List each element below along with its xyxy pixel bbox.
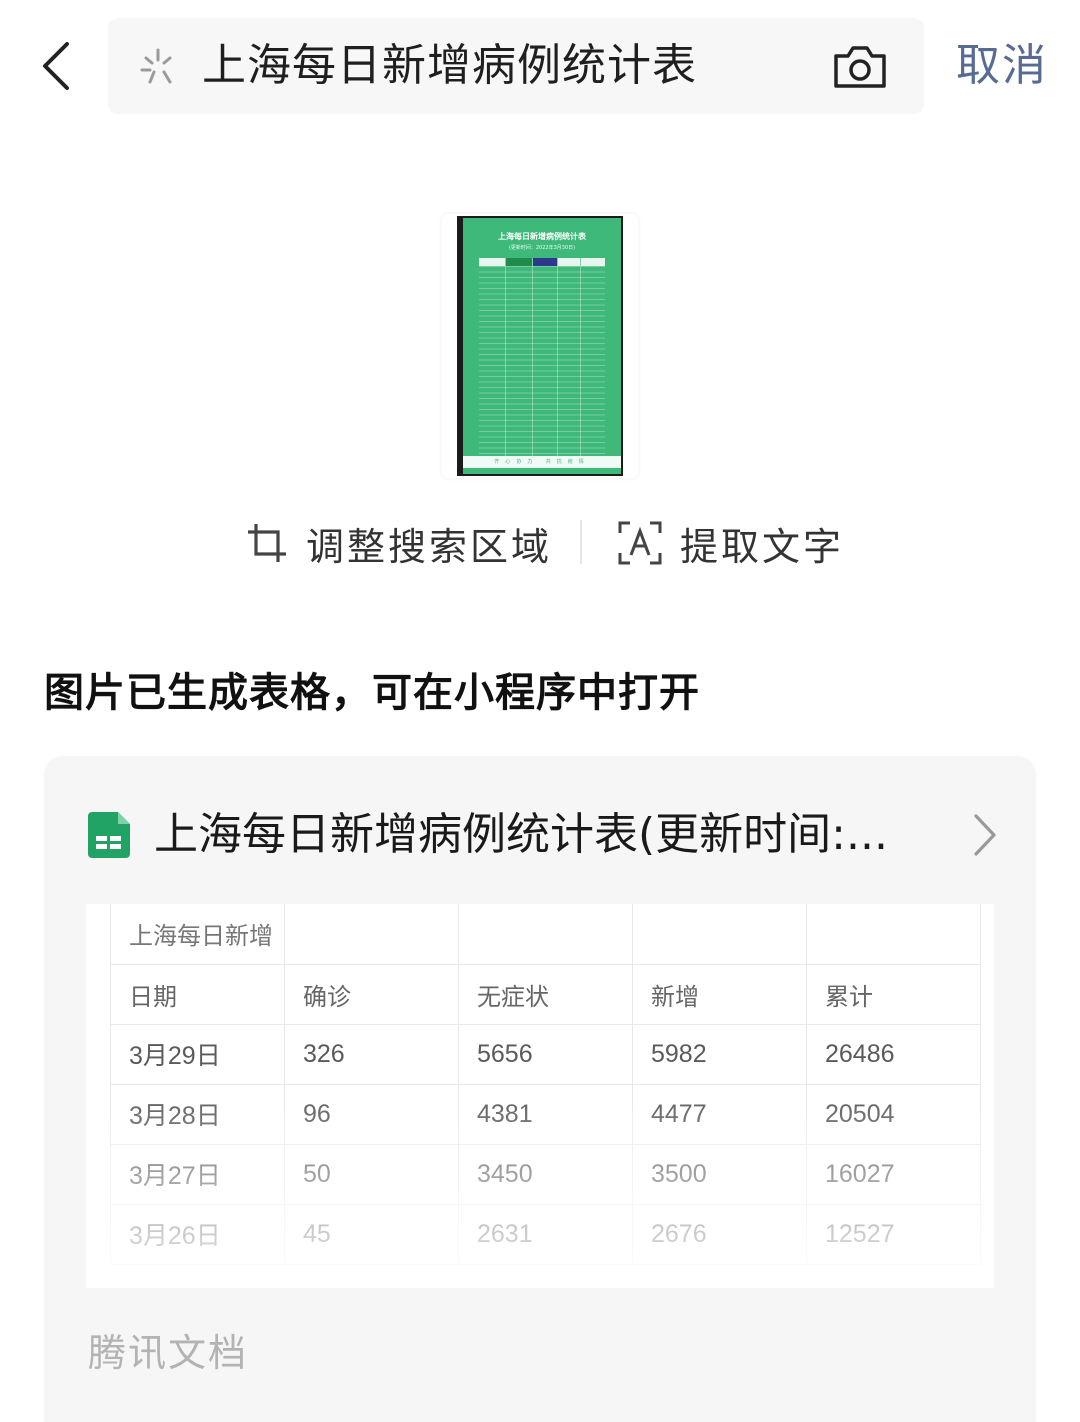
- table-cell: [284, 904, 459, 965]
- extract-text-label: 提取文字: [680, 524, 845, 569]
- column-header-cumulative: 累计: [806, 963, 981, 1025]
- column-header-new: 新增: [632, 963, 807, 1025]
- table-cell: 2631: [458, 1203, 633, 1265]
- table-cell: 3450: [458, 1143, 633, 1205]
- table-cell: 3月28日: [110, 1083, 285, 1145]
- thumbnail-col-divider: [505, 258, 506, 456]
- spreadsheet-result-card[interactable]: 上海每日新增病例统计表(更新时间:... 上海每日新增 日期 确诊 无症状 新增…: [44, 756, 1036, 1422]
- thumbnail-col-divider: [580, 258, 581, 456]
- table-cell: 20504: [806, 1083, 981, 1145]
- table-cell: 3500: [632, 1143, 807, 1205]
- section-title: 图片已生成表格，可在小程序中打开: [44, 670, 700, 716]
- sheet-doc-icon: [88, 812, 130, 858]
- adjust-search-area-button[interactable]: 调整搜索区域: [246, 518, 553, 569]
- table-cell: 3月26日: [110, 1203, 285, 1265]
- chevron-left-icon: [43, 42, 69, 90]
- table-cell: 16027: [806, 1143, 981, 1205]
- source-label: 腾讯文档: [88, 1331, 249, 1375]
- table-cell: 96: [284, 1083, 459, 1145]
- table-title-row: 上海每日新增: [110, 904, 981, 965]
- thumbnail-header-new: [558, 258, 580, 266]
- table-cell: [632, 904, 807, 965]
- thumbnail-title: 上海每日新增病例统计表: [498, 232, 586, 241]
- image-thumbnail[interactable]: 上海每日新增病例统计表 (更新时间：2022年3月30日) 齐心协力 共抗疫情: [457, 216, 623, 476]
- table-row: 3月29日 326 5656 5982 26486: [110, 1023, 981, 1085]
- card-header[interactable]: 上海每日新增病例统计表(更新时间:...: [44, 756, 1036, 906]
- image-search-icon: [140, 48, 172, 84]
- search-box[interactable]: 上海每日新增病例统计表: [108, 18, 924, 114]
- table-cell: 3月29日: [110, 1023, 285, 1085]
- table-cell: 3月27日: [110, 1143, 285, 1205]
- table-cell: 326: [284, 1023, 459, 1085]
- table-cell: 5982: [632, 1023, 807, 1085]
- table-cell: 26486: [806, 1023, 981, 1085]
- table-title-cell: 上海每日新增: [110, 904, 285, 965]
- card-title: 上海每日新增病例统计表(更新时间:...: [154, 809, 888, 860]
- adjust-search-area-label: 调整搜索区域: [306, 524, 553, 569]
- table-row: 3月27日 50 3450 3500 16027: [110, 1143, 981, 1205]
- spreadsheet-preview[interactable]: 上海每日新增 日期 确诊 无症状 新增 累计 3月29日 326 5656 59…: [86, 904, 994, 1288]
- thumbnail-header-confirm: [506, 258, 532, 266]
- table-cell: 5656: [458, 1023, 633, 1085]
- thumbnail-sheet: 上海每日新增病例统计表 (更新时间：2022年3月30日) 齐心协力 共抗疫情: [463, 218, 621, 474]
- thumbnail-col-divider: [532, 258, 533, 456]
- table-cell: [458, 904, 633, 965]
- camera-icon[interactable]: [832, 42, 888, 90]
- table-cell: 4477: [632, 1083, 807, 1145]
- extract-text-button[interactable]: 提取文字: [618, 518, 845, 569]
- crop-icon: [248, 524, 286, 562]
- thumbnail-footer-text: 齐心协力 共抗疫情: [494, 459, 590, 465]
- preview-table: 上海每日新增 日期 确诊 无症状 新增 累计 3月29日 326 5656 59…: [110, 904, 981, 1265]
- thumbnail-col-divider: [557, 258, 558, 456]
- table-header-row: 日期 确诊 无症状 新增 累计: [110, 963, 981, 1025]
- thumbnail-header-total: [581, 258, 605, 266]
- chevron-right-icon: [974, 814, 996, 856]
- cancel-button[interactable]: 取消: [956, 38, 1048, 94]
- table-row: 3月26日 45 2631 2676 12527: [110, 1203, 981, 1265]
- thumbnail-grid: [479, 266, 605, 456]
- table-cell: 12527: [806, 1203, 981, 1265]
- table-cell: [806, 904, 981, 965]
- table-cell: 45: [284, 1203, 459, 1265]
- column-header-date: 日期: [110, 963, 285, 1025]
- column-header-confirmed: 确诊: [284, 963, 459, 1025]
- action-divider: [580, 520, 582, 564]
- back-button[interactable]: [30, 36, 82, 96]
- table-cell: 4381: [458, 1083, 633, 1145]
- thumbnail-subtitle: (更新时间：2022年3月30日): [508, 245, 576, 251]
- column-header-asymptomatic: 无症状: [458, 963, 633, 1025]
- thumbnail-header-date: [479, 258, 505, 266]
- text-scan-icon: [618, 521, 662, 565]
- search-query[interactable]: 上海每日新增病例统计表: [202, 40, 697, 92]
- table-row: 3月28日 96 4381 4477 20504: [110, 1083, 981, 1145]
- thumbnail-header-asym: [533, 258, 557, 266]
- table-cell: 50: [284, 1143, 459, 1205]
- table-cell: 2676: [632, 1203, 807, 1265]
